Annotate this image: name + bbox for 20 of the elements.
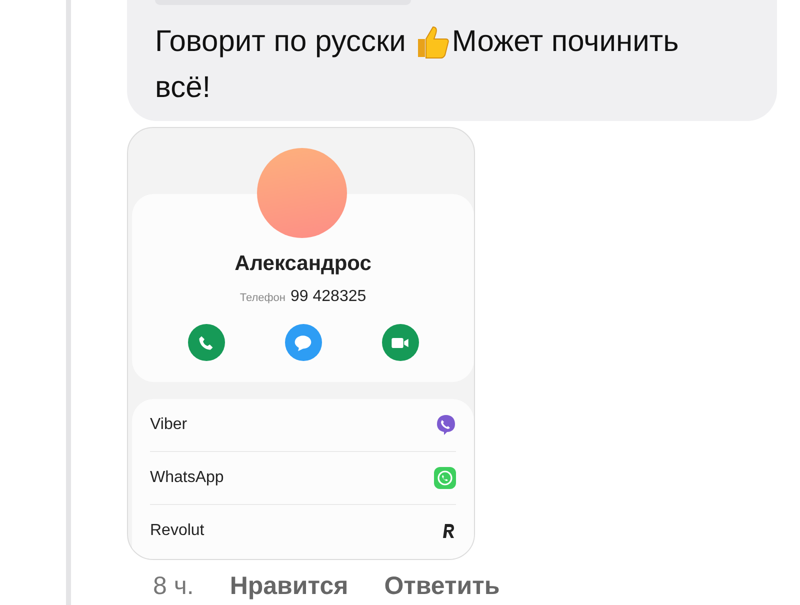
like-link[interactable]: Нравится [230,572,348,601]
app-label[interactable]: Revolut [150,522,204,540]
phone-bubble-icon [436,414,456,436]
message-text: всё! [155,70,211,106]
timestamp: 8 ч. [153,572,194,601]
phone-icon [197,334,215,352]
phone-number: 99 428325 [290,288,366,306]
app-label[interactable]: WhatsApp [150,469,224,487]
chat-phone-icon [434,467,456,489]
video-call-button[interactable] [382,324,418,361]
app-label[interactable]: Viber [150,416,188,434]
message-text: Может починить [452,24,679,60]
call-button[interactable] [188,324,224,361]
r-logo-icon [442,523,456,539]
message-text: Говорит по русски [155,24,406,60]
phone-label: Телефон [240,292,286,304]
reply-link[interactable]: Ответить [384,572,500,601]
chat-bubble-icon [293,334,313,352]
message-button[interactable] [284,324,322,361]
contact-name: Александрос [234,252,372,276]
